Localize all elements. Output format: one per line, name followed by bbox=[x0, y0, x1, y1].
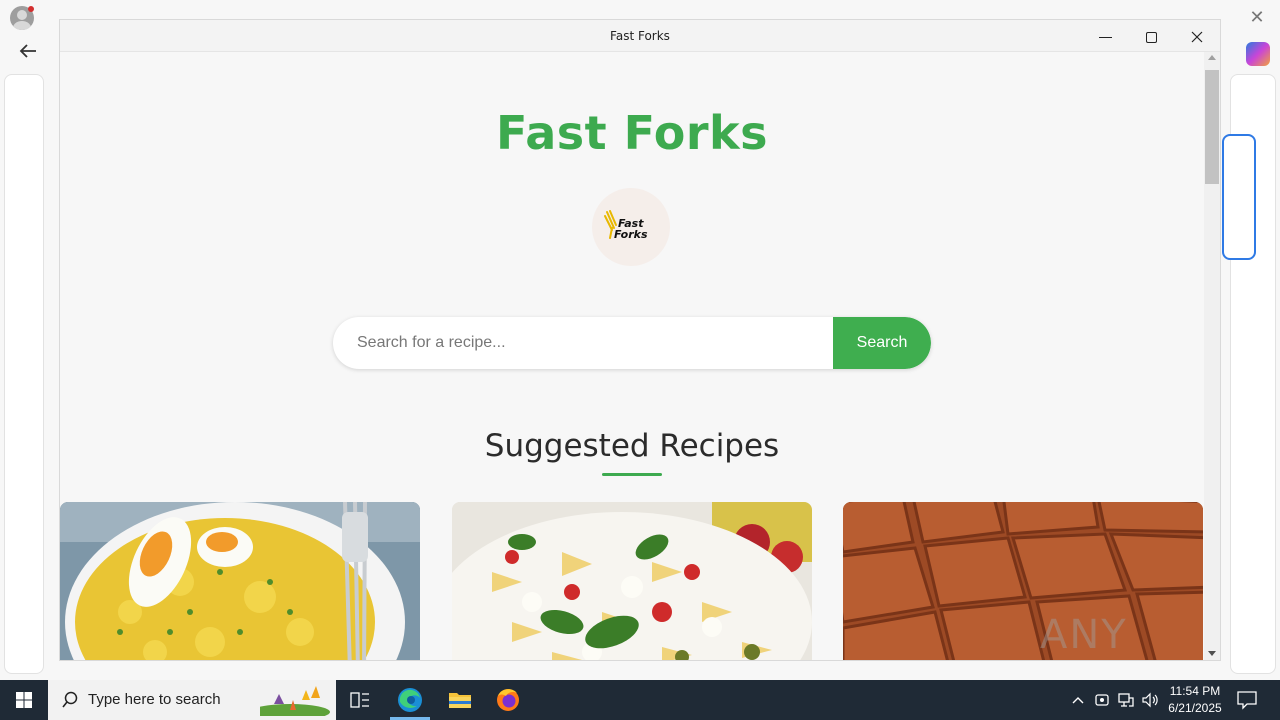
minimize-icon bbox=[1098, 36, 1112, 38]
scroll-up-arrow-icon[interactable] bbox=[1208, 55, 1216, 60]
firefox-taskbar-button[interactable] bbox=[484, 680, 532, 720]
edge-taskbar-button[interactable] bbox=[386, 680, 434, 720]
copilot-icon[interactable] bbox=[1246, 42, 1270, 66]
search-bar: Search bbox=[333, 317, 931, 369]
background-card bbox=[1222, 134, 1256, 260]
task-view-icon bbox=[350, 692, 369, 708]
recipe-card[interactable] bbox=[60, 502, 420, 660]
maximize-icon bbox=[1145, 31, 1157, 43]
meet-now-icon[interactable] bbox=[1092, 690, 1112, 710]
search-button[interactable]: Search bbox=[833, 317, 931, 369]
windows-logo-icon bbox=[16, 692, 32, 708]
heading-underline bbox=[602, 473, 662, 476]
minimize-button[interactable] bbox=[1082, 20, 1128, 52]
maximize-button[interactable] bbox=[1128, 20, 1174, 52]
edge-icon bbox=[398, 688, 422, 712]
folder-icon bbox=[449, 693, 471, 708]
title-bar: Fast Forks bbox=[60, 20, 1220, 52]
chevron-up-icon[interactable] bbox=[1068, 690, 1088, 710]
file-explorer-taskbar-button[interactable] bbox=[436, 680, 484, 720]
back-arrow-icon[interactable] bbox=[14, 40, 42, 68]
volume-icon[interactable] bbox=[1140, 690, 1160, 710]
taskbar: Type here to search 11:54 PM 6/21/2025 bbox=[0, 680, 1280, 720]
search-input[interactable] bbox=[333, 317, 833, 369]
clock-date: 6/21/2025 bbox=[1168, 701, 1222, 715]
background-page-panel bbox=[4, 74, 44, 674]
site-logo: Fast Forks bbox=[592, 188, 670, 266]
notification-icon bbox=[1237, 691, 1257, 710]
taskbar-clock[interactable]: 11:54 PM 6/21/2025 bbox=[1160, 683, 1230, 717]
egg-rice-photo bbox=[60, 502, 420, 660]
watermark: ANY RUN bbox=[1040, 612, 1131, 660]
page-content: Fast Forks Fast Forks Search Suggested R… bbox=[60, 52, 1204, 660]
taskbar-search-box[interactable]: Type here to search bbox=[48, 680, 336, 720]
network-icon[interactable] bbox=[1116, 690, 1136, 710]
pasta-salad-photo bbox=[452, 502, 812, 660]
taskbar-search-text: Type here to search bbox=[88, 691, 221, 708]
close-icon bbox=[1191, 31, 1203, 43]
search-icon bbox=[62, 691, 78, 708]
notifications-button[interactable] bbox=[1236, 690, 1258, 710]
scroll-thumb[interactable] bbox=[1205, 70, 1219, 184]
recipe-card[interactable] bbox=[452, 502, 812, 660]
window-title: Fast Forks bbox=[610, 29, 670, 43]
site-title: Fast Forks bbox=[496, 106, 768, 160]
scroll-down-arrow-icon[interactable] bbox=[1208, 651, 1216, 656]
search-highlight-flowers-icon bbox=[260, 686, 330, 716]
clock-time: 11:54 PM bbox=[1169, 684, 1221, 698]
task-view-button[interactable] bbox=[336, 680, 384, 720]
section-heading: Suggested Recipes bbox=[484, 428, 780, 464]
notification-dot bbox=[28, 6, 34, 12]
close-window-button[interactable] bbox=[1174, 20, 1220, 52]
logo-text: Fast Forks bbox=[614, 218, 648, 240]
firefox-icon bbox=[497, 689, 519, 711]
vertical-scrollbar[interactable] bbox=[1204, 52, 1220, 660]
logo-text-line2: Forks bbox=[614, 228, 648, 241]
close-icon[interactable]: ✕ bbox=[1244, 6, 1270, 28]
start-button[interactable] bbox=[0, 680, 48, 720]
app-window: Fast Forks Fast Forks Fast Forks Search … bbox=[60, 20, 1220, 660]
